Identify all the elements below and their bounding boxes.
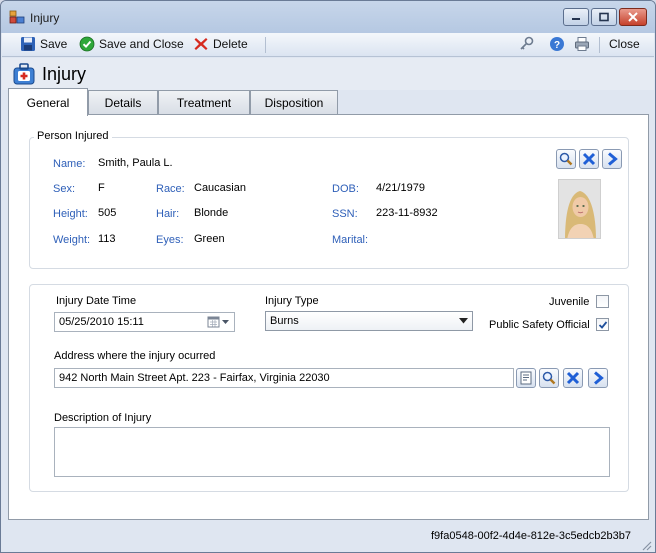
record-id: f9fa0548-00f2-4d4e-812e-3c5edcb2b3b7 <box>431 530 631 542</box>
tab-details-label: Details <box>104 95 142 110</box>
sex-label: Sex: <box>53 183 76 195</box>
address-notes-button[interactable] <box>516 368 536 388</box>
juvenile-checkbox[interactable] <box>596 295 609 308</box>
injury-window: Injury Save Save and Close Delete ? Clos… <box>0 0 656 553</box>
tab-details[interactable]: Details <box>88 90 158 114</box>
magnifier-icon <box>542 371 556 385</box>
checkmark-icon <box>79 36 95 52</box>
magnifier-icon <box>559 152 573 166</box>
close-label: Close <box>609 37 640 51</box>
arrow-right-icon <box>608 152 618 166</box>
injury-type-label: Injury Type <box>265 295 319 307</box>
tab-treatment-label: Treatment <box>176 95 232 110</box>
toolbar-separator <box>599 37 600 53</box>
ssn-label: SSN: <box>332 208 358 220</box>
help-button[interactable]: ? <box>549 35 565 53</box>
floppy-disk-icon <box>21 37 35 51</box>
minimize-button[interactable] <box>563 8 589 26</box>
weight-label: Weight: <box>53 234 91 246</box>
print-button[interactable] <box>574 35 590 53</box>
clear-icon <box>582 152 596 166</box>
ssn-value: 223-11-8932 <box>376 207 438 219</box>
tab-treatment[interactable]: Treatment <box>158 90 250 114</box>
name-label: Name: <box>53 158 86 170</box>
close-icon <box>628 12 638 22</box>
race-value: Caucasian <box>194 182 246 194</box>
save-and-close-label: Save and Close <box>99 37 184 51</box>
key-icon <box>520 36 534 50</box>
weight-value: 113 <box>98 233 116 245</box>
address-field[interactable]: 942 North Main Street Apt. 223 - Fairfax… <box>54 368 514 388</box>
search-address-button[interactable] <box>539 368 559 388</box>
hair-value: Blonde <box>194 207 229 219</box>
save-button[interactable]: Save <box>20 35 67 53</box>
maximize-icon <box>599 12 609 22</box>
juvenile-label: Juvenile <box>549 296 590 308</box>
resize-grip-icon[interactable] <box>641 540 653 552</box>
app-icon <box>9 10 25 24</box>
close-window-button[interactable] <box>619 8 647 26</box>
address-value: 942 North Main Street Apt. 223 - Fairfax… <box>59 372 330 384</box>
dob-label: DOB: <box>332 183 359 195</box>
chevron-down-icon <box>459 318 468 324</box>
height-label: Height: <box>53 208 88 220</box>
address-label: Address where the injury ocurred <box>54 350 216 362</box>
race-label: Race: <box>156 183 185 195</box>
injury-type-value: Burns <box>270 315 299 327</box>
injury-datetime-label: Injury Date Time <box>56 295 137 307</box>
close-button[interactable]: Close <box>609 35 640 53</box>
height-value: 505 <box>98 207 117 219</box>
checkmark-icon <box>598 320 607 329</box>
first-aid-kit-icon <box>13 63 35 85</box>
person-photo-image <box>559 180 600 238</box>
help-icon: ? <box>550 37 564 51</box>
person-photo <box>558 179 601 239</box>
save-and-close-button[interactable]: Save and Close <box>79 35 184 53</box>
name-value: Smith, Paula L. <box>98 157 173 169</box>
tab-general-label: General <box>26 95 70 110</box>
public-safety-official-checkbox[interactable] <box>596 318 609 331</box>
minimize-icon <box>572 18 580 20</box>
tab-general[interactable]: General <box>8 88 88 116</box>
svg-text:?: ? <box>554 40 560 51</box>
eyes-label: Eyes: <box>156 234 184 246</box>
calendar-dropdown-icon[interactable] <box>207 315 231 329</box>
injury-type-select[interactable]: Burns <box>265 311 473 331</box>
delete-button[interactable]: Delete <box>193 35 248 53</box>
description-textarea[interactable] <box>54 427 610 477</box>
person-injured-legend: Person Injured <box>34 130 112 142</box>
search-person-button[interactable] <box>556 149 576 169</box>
hair-label: Hair: <box>156 208 180 220</box>
open-address-button[interactable] <box>588 368 608 388</box>
save-label: Save <box>40 37 68 51</box>
injury-datetime-value: 05/25/2010 15:11 <box>59 316 144 328</box>
open-person-button[interactable] <box>602 149 622 169</box>
description-label: Description of Injury <box>54 412 152 424</box>
permissions-button[interactable] <box>519 35 535 53</box>
dob-value: 4/21/1979 <box>376 182 425 194</box>
arrow-right-icon <box>594 371 604 385</box>
clear-person-button[interactable] <box>579 149 599 169</box>
delete-icon <box>194 38 208 50</box>
public-safety-official-label: Public Safety Official <box>489 319 590 331</box>
header-strip <box>2 58 654 90</box>
eyes-value: Green <box>194 233 225 245</box>
clear-icon <box>566 371 580 385</box>
document-icon <box>520 371 532 385</box>
printer-icon <box>575 37 589 51</box>
sex-value: F <box>98 182 105 194</box>
title-bar <box>1 1 655 33</box>
clear-address-button[interactable] <box>563 368 583 388</box>
maximize-button[interactable] <box>591 8 617 26</box>
tab-disposition[interactable]: Disposition <box>250 90 338 114</box>
window-title: Injury <box>30 11 60 25</box>
delete-label: Delete <box>213 37 248 51</box>
marital-label: Marital: <box>332 234 369 246</box>
toolbar-separator <box>265 37 266 53</box>
page-title: Injury <box>42 64 87 84</box>
tab-disposition-label: Disposition <box>264 95 324 110</box>
